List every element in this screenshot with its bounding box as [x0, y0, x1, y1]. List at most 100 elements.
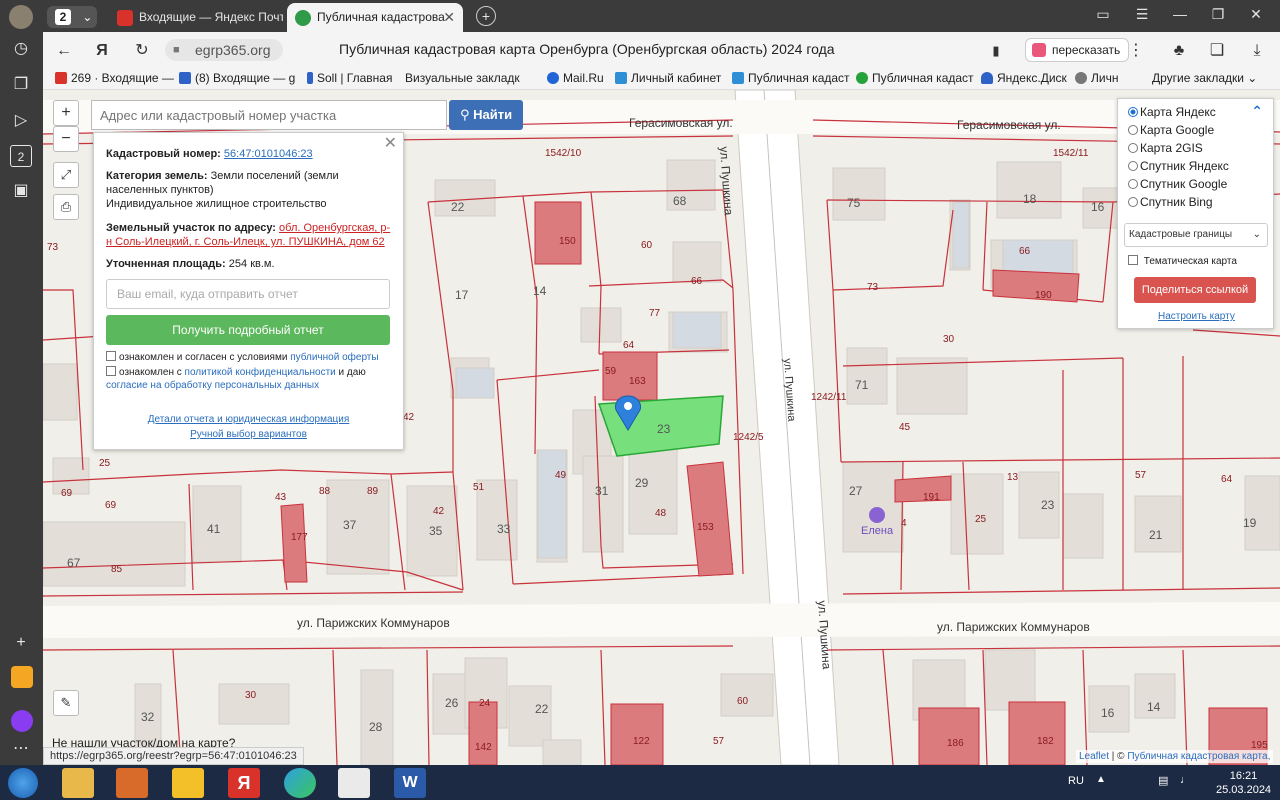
more-icon[interactable]: ⋯ [10, 738, 32, 760]
bookmark-mailru[interactable]: Mail.Ru [547, 71, 604, 85]
house-number-label: 27 [849, 484, 863, 498]
house-number-label: 1542/11 [1053, 148, 1089, 159]
tab-cadastral[interactable]: Публичная кадастрова ✕ [287, 3, 463, 32]
bookmark-other[interactable]: Другие закладки ⌄ [1152, 71, 1257, 85]
close-tab-icon[interactable]: ✕ [443, 3, 455, 32]
start-button[interactable] [8, 768, 38, 798]
house-number-label: 32 [141, 710, 155, 724]
details-link[interactable]: Детали отчета и юридическая информация [148, 414, 350, 425]
page-menu-icon[interactable]: ⋮ [1125, 40, 1147, 62]
poi-elena-icon[interactable] [869, 507, 885, 523]
download-icon[interactable]: ⤓ [1246, 40, 1268, 62]
volume-icon[interactable]: ♩ [1180, 774, 1191, 786]
tab-mail[interactable]: Входящие — Яндекс Почт [109, 3, 283, 32]
at-icon [547, 72, 559, 84]
retell-button[interactable]: пересказать [1025, 38, 1130, 62]
tray-arrow-icon[interactable]: ▲ [1096, 774, 1106, 785]
new-tab-button[interactable]: + [476, 6, 496, 26]
email-field[interactable]: Ваш email, куда отправить отчет [106, 279, 390, 309]
clock-time: 16:21 [1229, 770, 1258, 782]
configure-map-link[interactable]: Настроить карту [1158, 311, 1235, 322]
extension-icon[interactable]: ♣ [1168, 40, 1190, 62]
house-number-label: 33 [497, 522, 511, 536]
search-input[interactable] [91, 100, 447, 130]
bookmark-panel-icon[interactable]: ▭ [1091, 6, 1115, 23]
network-icon[interactable]: ▤ [1158, 774, 1168, 787]
bookmark-inbox-gmail[interactable]: (8) Входящие — g [179, 71, 295, 85]
cadastral-map[interactable]: Герасимовская ул. Герасимовская ул. ул. … [43, 90, 1280, 765]
workspace-2-icon[interactable]: 2 [10, 145, 32, 167]
minimize-icon[interactable]: — [1168, 6, 1192, 22]
cadastral-number-link[interactable]: 56:47:0101046:23 [224, 148, 313, 160]
word-icon[interactable]: W [394, 768, 426, 798]
close-icon[interactable]: ✕ [384, 136, 397, 152]
close-window-icon[interactable]: ✕ [1244, 6, 1268, 23]
print-button[interactable]: ⎙ [53, 194, 79, 220]
url-field[interactable]: ■ egrp365.org [165, 39, 283, 61]
bookmark-inbox-yandex[interactable]: 269 · Входящие — [55, 71, 174, 85]
solitaire-icon[interactable] [338, 768, 370, 798]
collapse-icon[interactable]: ⌃ [1251, 103, 1263, 120]
radio-icon [1128, 179, 1138, 189]
offer-link[interactable]: публичной оферты [290, 352, 378, 363]
tab-group-counter[interactable]: 2 ⌄ [47, 6, 97, 28]
area-value: 254 кв.м. [228, 258, 275, 270]
privacy-link[interactable]: политикой конфиденциальности [185, 367, 336, 378]
yandex-browser-icon[interactable] [172, 768, 204, 798]
bookmark-disk[interactable]: Яндекс.Диск [981, 71, 1067, 85]
clock-date: 25.03.2024 [1216, 784, 1272, 796]
privacy-checkbox[interactable] [106, 366, 116, 376]
camera-icon[interactable]: ▣ [10, 180, 32, 202]
layer-option-bing-satellite[interactable]: Спутник Bing [1128, 195, 1213, 209]
manual-select-link[interactable]: Ручной выбор вариантов [190, 429, 307, 440]
personal-data-link[interactable]: согласие на обработку персональных данны… [106, 380, 319, 391]
mail-icon[interactable] [11, 666, 33, 688]
layer-option-2gis-map[interactable]: Карта 2GIS [1128, 141, 1203, 155]
house-number-label: 66 [691, 276, 703, 287]
overlay-select[interactable]: Кадастровые границы ⌄ [1124, 223, 1268, 247]
layer-option-yandex-satellite[interactable]: Спутник Яндекс [1128, 159, 1229, 173]
layer-option-google-satellite[interactable]: Спутник Google [1128, 177, 1227, 191]
layer-option-yandex-map[interactable]: Карта Яндекс [1128, 105, 1216, 119]
bookmark-personal[interactable]: Личн [1075, 71, 1118, 85]
file-explorer-icon[interactable] [62, 768, 94, 798]
add-panel-icon[interactable]: + [10, 632, 32, 654]
house-number-label: 43 [275, 492, 287, 503]
edge-icon[interactable] [284, 768, 316, 798]
play-icon[interactable]: ▷ [10, 110, 32, 132]
bookmark-cabinet[interactable]: Личный кабинет [615, 71, 721, 85]
profile-avatar[interactable] [9, 5, 33, 29]
media-player-icon[interactable] [116, 768, 148, 798]
cadastral-map-link[interactable]: Публичная кадастровая карта, [1127, 751, 1270, 762]
menu-icon[interactable]: ☰ [1130, 6, 1154, 23]
history-icon[interactable]: ◷ [10, 38, 32, 60]
zoom-in-button[interactable]: + [53, 100, 79, 126]
ruler-button[interactable]: ✎ [53, 690, 79, 716]
bookmark-cadastral-1[interactable]: Публичная кадаст [732, 71, 850, 85]
language-indicator[interactable]: RU [1068, 775, 1084, 787]
restore-icon[interactable]: ❐ [1206, 6, 1230, 23]
search-button[interactable]: ⚲ Найти [449, 100, 523, 130]
thematic-map-checkbox[interactable]: Тематическая карта [1128, 255, 1237, 267]
back-icon[interactable]: ← [53, 40, 75, 62]
clock[interactable]: 16:21 25.03.2024 [1216, 769, 1271, 797]
zoom-out-button[interactable]: − [53, 126, 79, 152]
offer-checkbox[interactable] [106, 351, 116, 361]
yandex-logo-icon[interactable]: Я [91, 40, 113, 62]
fullscreen-button[interactable]: ⤢ [53, 162, 79, 188]
yandex-icon[interactable]: Я [228, 768, 260, 798]
house-number-label: 51 [473, 482, 485, 493]
reload-icon[interactable]: ↻ [131, 40, 153, 62]
collections-toolbar-icon[interactable]: ❏ [1206, 40, 1228, 62]
bookmark-icon[interactable]: ▮ [985, 40, 1007, 62]
layer-option-google-map[interactable]: Карта Google [1128, 123, 1214, 137]
leaflet-link[interactable]: Leaflet [1079, 751, 1109, 762]
bookmark-soll[interactable]: Soll | Главная [307, 71, 392, 85]
bookmark-visual[interactable]: Визуальные закладк [405, 71, 520, 85]
house-number-label: 68 [673, 194, 687, 208]
alice-icon[interactable] [11, 710, 33, 732]
bookmark-cadastral-2[interactable]: Публичная кадаст [856, 71, 974, 85]
get-report-button[interactable]: Получить подробный отчет [106, 315, 390, 345]
collections-icon[interactable]: ❐ [10, 74, 32, 96]
share-link-button[interactable]: Поделиться ссылкой [1134, 277, 1256, 303]
